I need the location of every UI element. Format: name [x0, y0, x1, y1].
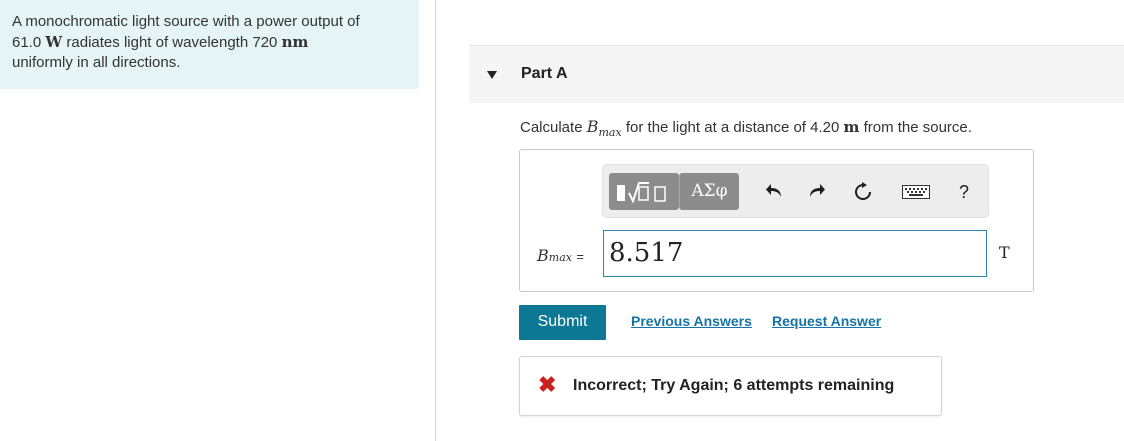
help-button[interactable]: ?: [950, 178, 978, 206]
collapse-caret-icon[interactable]: [487, 71, 497, 79]
question-middle: for the light at a distance of 4.20: [625, 119, 840, 136]
problem-line-2-text: radiates light of wavelength 720: [66, 34, 278, 51]
part-a-header[interactable]: Part A: [469, 45, 1124, 103]
previous-answers-link[interactable]: Previous Answers: [631, 313, 752, 329]
answer-unit: T: [999, 243, 1010, 262]
question-text: Calculate Bmax for the light at a distan…: [520, 117, 972, 139]
power-unit: W: [45, 33, 63, 51]
submit-button[interactable]: Submit: [519, 305, 606, 340]
answer-label: Bmax =: [537, 246, 584, 266]
reset-icon[interactable]: [849, 178, 877, 206]
question-prefix: Calculate: [520, 119, 583, 136]
math-toolbar: ΑΣφ ?: [602, 164, 989, 218]
greek-symbols-button[interactable]: ΑΣφ: [679, 173, 739, 210]
problem-line-3: uniformly in all directions.: [12, 54, 181, 71]
panel-divider: [435, 0, 436, 441]
answer-equals: =: [576, 249, 585, 264]
incorrect-x-icon: ✖: [538, 372, 557, 397]
answer-box: ΑΣφ ? Bmax = 8.517 T: [519, 149, 1034, 292]
problem-statement: A monochromatic light source with a powe…: [0, 0, 419, 89]
power-value: 61.0: [12, 34, 42, 51]
keyboard-icon[interactable]: [900, 178, 932, 206]
answer-input[interactable]: 8.517: [603, 230, 987, 277]
undo-icon[interactable]: [760, 178, 788, 206]
part-title: Part A: [521, 65, 568, 82]
problem-line-2: 61.0 W radiates light of wavelength 720 …: [12, 32, 407, 53]
templates-button[interactable]: [609, 173, 679, 210]
templates-icon: [617, 182, 666, 204]
answer-label-symbol: B: [537, 246, 549, 265]
feedback-text: Incorrect; Try Again; 6 attempts remaini…: [573, 377, 895, 394]
problem-line-1: A monochromatic light source with a powe…: [12, 13, 360, 30]
distance-unit: m: [843, 118, 860, 136]
request-answer-link[interactable]: Request Answer: [772, 313, 881, 329]
answer-label-sub: max: [548, 251, 572, 264]
wavelength-unit: nm: [281, 33, 309, 51]
feedback-box: ✖ Incorrect; Try Again; 6 attempts remai…: [519, 356, 942, 416]
question-suffix: from the source.: [863, 119, 972, 136]
redo-icon[interactable]: [803, 178, 831, 206]
question-symbol-sub: max: [598, 126, 622, 139]
question-symbol: B: [586, 117, 599, 136]
